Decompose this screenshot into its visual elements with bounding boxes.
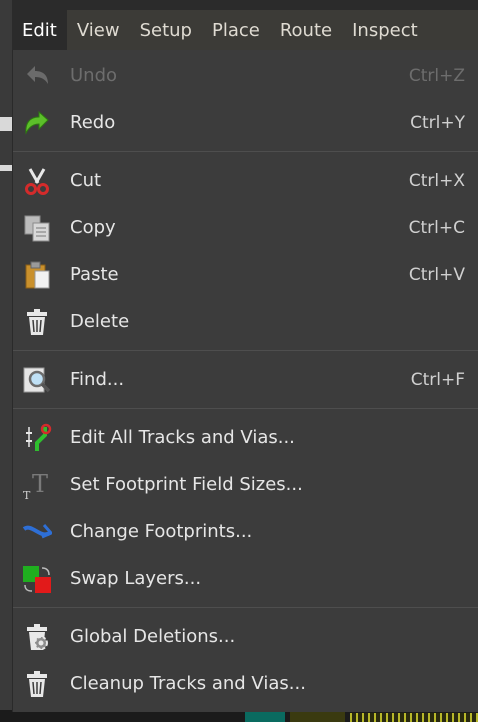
- svg-text:T: T: [23, 489, 31, 500]
- menu-item-cleanup-tracks-vias[interactable]: Cleanup Tracks and Vias...: [13, 660, 478, 707]
- menu-item-label: Find...: [70, 369, 125, 390]
- menu-item-label: Edit All Tracks and Vias...: [70, 427, 295, 448]
- menu-item-shortcut: Ctrl+F: [410, 369, 465, 390]
- exchange-icon: [21, 516, 53, 548]
- menu-separator: [13, 350, 478, 351]
- menu-item-label: Delete: [70, 311, 130, 332]
- menu-item-paste[interactable]: Paste Ctrl+V: [13, 251, 478, 298]
- tracks-vias-icon: [21, 422, 53, 454]
- menu-item-redo[interactable]: Redo Ctrl+Y: [13, 99, 478, 146]
- redo-arrow-icon: [21, 107, 53, 139]
- menu-item-label: Swap Layers...: [70, 568, 202, 589]
- swap-layers-icon: [21, 563, 53, 595]
- menu-separator: [13, 607, 478, 608]
- copy-icon: [21, 212, 53, 244]
- menu-item-edit-tracks-vias[interactable]: Edit All Tracks and Vias...: [13, 414, 478, 461]
- background-pcb-canvas: [245, 711, 285, 722]
- menu-item-shortcut: Ctrl+Z: [408, 65, 465, 86]
- background-toolbar-strip: [0, 117, 12, 131]
- menu-route[interactable]: Route: [270, 10, 342, 50]
- menu-separator: [13, 151, 478, 152]
- trash-gear-icon: [21, 621, 53, 653]
- menu-item-delete[interactable]: Delete: [13, 298, 478, 345]
- menu-view[interactable]: View: [67, 10, 130, 50]
- menu-setup[interactable]: Setup: [130, 10, 202, 50]
- trash-icon: [21, 306, 53, 338]
- menu-item-label: Cleanup Tracks and Vias...: [70, 673, 306, 694]
- screen: Edit View Setup Place Route Inspect Undo…: [0, 0, 478, 722]
- background-toolbar-strip: [0, 165, 12, 171]
- scissors-icon: [21, 165, 53, 197]
- background-window: [0, 0, 12, 722]
- menu-separator: [13, 408, 478, 409]
- menu-item-copy[interactable]: Copy Ctrl+C: [13, 204, 478, 251]
- menu-item-shortcut: Ctrl+X: [408, 170, 465, 191]
- window-top-edge: [12, 0, 478, 10]
- menu-inspect[interactable]: Inspect: [342, 10, 428, 50]
- menu-item-label: Change Footprints...: [70, 521, 253, 542]
- menu-item-shortcut: Ctrl+Y: [410, 112, 465, 133]
- menu-item-cut[interactable]: Cut Ctrl+X: [13, 157, 478, 204]
- menu-item-label: Paste: [70, 264, 119, 285]
- menu-item-shortcut: Ctrl+V: [408, 264, 465, 285]
- background-pcb-canvas: [290, 711, 345, 722]
- text-size-icon: T T: [21, 469, 53, 501]
- menu-item-find[interactable]: Find... Ctrl+F: [13, 356, 478, 403]
- menu-item-label: Set Footprint Field Sizes...: [70, 474, 303, 495]
- menu-item-global-deletions[interactable]: Global Deletions...: [13, 613, 478, 660]
- menu-item-undo[interactable]: Undo Ctrl+Z: [13, 52, 478, 99]
- menu-edit[interactable]: Edit: [12, 10, 67, 50]
- edit-dropdown-menu: Undo Ctrl+Z Redo Ctrl+Y Cut Ctrl+X Copy …: [12, 50, 478, 712]
- menu-bar: Edit View Setup Place Route Inspect: [12, 10, 478, 50]
- menu-item-shortcut: Ctrl+C: [408, 217, 465, 238]
- menu-item-change-footprints[interactable]: Change Footprints...: [13, 508, 478, 555]
- menu-item-label: Copy: [70, 217, 116, 238]
- background-pcb-canvas: [350, 713, 478, 722]
- menu-item-label: Redo: [70, 112, 116, 133]
- svg-text:T: T: [32, 470, 48, 498]
- trash-cleanup-icon: [21, 668, 53, 700]
- menu-item-swap-layers[interactable]: Swap Layers...: [13, 555, 478, 602]
- menu-item-label: Cut: [70, 170, 102, 191]
- menu-item-label: Global Deletions...: [70, 626, 236, 647]
- magnifier-icon: [21, 364, 53, 396]
- menu-place[interactable]: Place: [202, 10, 270, 50]
- menu-item-label: Undo: [70, 65, 118, 86]
- clipboard-icon: [21, 259, 53, 291]
- menu-item-set-footprint-field-sizes[interactable]: T T Set Footprint Field Sizes...: [13, 461, 478, 508]
- undo-arrow-icon: [21, 60, 53, 92]
